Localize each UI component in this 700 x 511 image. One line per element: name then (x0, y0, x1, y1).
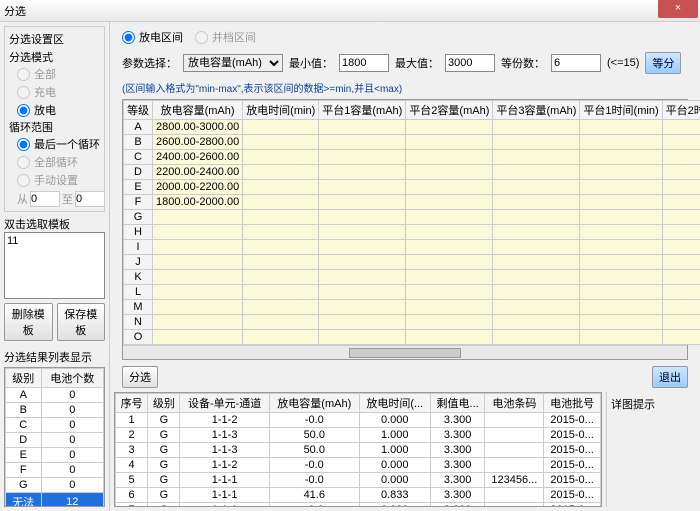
range-last[interactable]: 最后一个循环 (17, 135, 100, 153)
titlebar: 分选 × (0, 0, 700, 22)
table-row[interactable]: B0 (6, 403, 104, 418)
btn-delete-template[interactable]: 删除模板 (4, 303, 53, 341)
h-scrollbar[interactable] (123, 345, 687, 359)
input-hint: (区间输入格式为"min-max",表示该区间的数据>=min,并且<max) (114, 78, 696, 97)
detail-grid[interactable]: 序号级别设备-单元-通道放电容量(mAh)放电时间(...剩值电...电池条码电… (114, 392, 602, 507)
table-row[interactable]: H (124, 225, 700, 240)
window-title: 分选 (4, 3, 696, 19)
table-row[interactable]: B2600.00-2800.00 (124, 135, 700, 150)
settings-title: 分选设置区 (9, 31, 100, 47)
list-item[interactable]: 11 (7, 235, 102, 247)
min-input[interactable] (339, 54, 389, 72)
mode-all[interactable]: 全部 (17, 65, 100, 83)
range-manual[interactable]: 手动设置 (17, 171, 100, 189)
table-row[interactable]: D0 (6, 433, 104, 448)
mode-discharge[interactable]: 放电 (17, 101, 100, 119)
tab-step[interactable]: 并档区间 (195, 28, 256, 46)
table-row[interactable]: E2000.00-2200.00 (124, 180, 700, 195)
range-all[interactable]: 全部循环 (17, 153, 100, 171)
settings-group: 分选设置区 分选模式 全部 充电 放电 循环范围 最后一个循环 全部循环 手动设… (4, 26, 105, 212)
table-row[interactable]: 6G1-1-141.60.8333.3002015-0... (116, 488, 601, 503)
template-listbox[interactable]: 11 (4, 232, 105, 299)
table-row[interactable]: G0 (6, 478, 104, 493)
mode-title: 分选模式 (9, 49, 100, 65)
mode-charge[interactable]: 充电 (17, 83, 100, 101)
table-row[interactable]: G (124, 210, 700, 225)
btn-exit[interactable]: 退出 (652, 366, 688, 388)
table-row[interactable]: L (124, 285, 700, 300)
btn-save-template[interactable]: 保存模板 (57, 303, 106, 341)
table-row[interactable]: D2200.00-2400.00 (124, 165, 700, 180)
range-grid[interactable]: 等级放电容量(mAh)放电时间(min)平台1容量(mAh)平台2容量(mAh)… (122, 99, 688, 360)
param-select[interactable]: 放电容量(mAh) (183, 54, 283, 72)
table-row[interactable]: K (124, 270, 700, 285)
table-row[interactable]: I (124, 240, 700, 255)
detail-hint-panel: 详图提示 (606, 392, 696, 507)
table-row[interactable]: 5G1-1-1-0.00.0003.300123456...2015-0... (116, 473, 601, 488)
table-row[interactable]: M (124, 300, 700, 315)
table-row[interactable]: O (124, 330, 700, 345)
step-input[interactable] (551, 54, 601, 72)
table-row[interactable]: 无法12 (6, 493, 104, 508)
table-row[interactable]: 4G1-1-2-0.00.0003.3002015-0... (116, 458, 601, 473)
btn-sort[interactable]: 分选 (122, 366, 158, 388)
table-row[interactable]: F0 (6, 463, 104, 478)
table-row[interactable]: A0 (6, 388, 104, 403)
table-row[interactable]: 7G1-1-1-0.00.0003.3002015-0... (116, 503, 601, 508)
max-input[interactable] (445, 54, 495, 72)
to-input[interactable] (75, 191, 105, 207)
table-row[interactable]: 2G1-1-350.01.0003.3002015-0... (116, 428, 601, 443)
summary-title: 分选结果列表显示 (4, 349, 105, 365)
table-row[interactable]: 3G1-1-350.01.0003.3002015-0... (116, 443, 601, 458)
close-button[interactable]: × (658, 0, 698, 18)
btn-split[interactable]: 等分 (645, 52, 681, 74)
summary-grid[interactable]: 级别电池个数 A0B0C0D0E0F0G0无法12 (4, 367, 105, 507)
table-row[interactable]: E0 (6, 448, 104, 463)
from-input[interactable] (30, 191, 60, 207)
tab-range[interactable]: 放电区间 (122, 28, 183, 46)
table-row[interactable]: A2800.00-3000.00 (124, 120, 700, 135)
table-row[interactable]: C2400.00-2600.00 (124, 150, 700, 165)
table-row[interactable]: J (124, 255, 700, 270)
table-row[interactable]: N (124, 315, 700, 330)
table-row[interactable]: F1800.00-2000.00 (124, 195, 700, 210)
dbl-title: 双击选取模板 (4, 216, 105, 232)
range-title: 循环范围 (9, 119, 100, 135)
table-row[interactable]: C0 (6, 418, 104, 433)
table-row[interactable]: 1G1-1-2-0.00.0003.3002015-0... (116, 413, 601, 428)
